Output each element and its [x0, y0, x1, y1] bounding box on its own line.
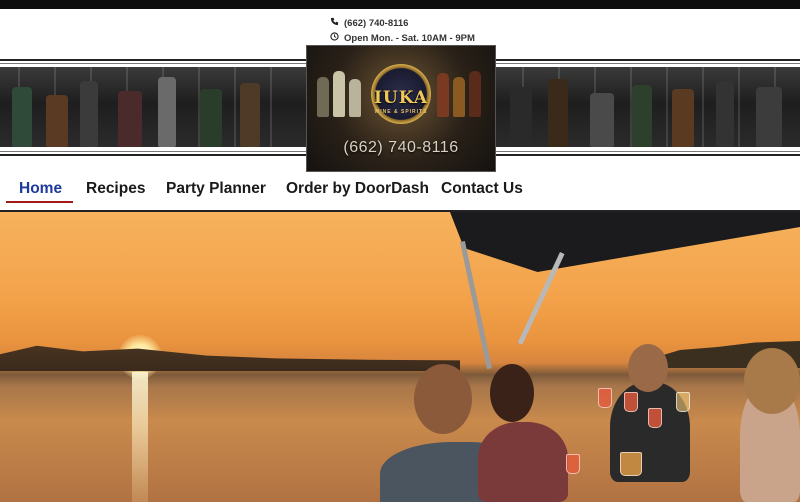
clock-icon [330, 31, 339, 46]
person-woman-left-head [490, 364, 534, 422]
canopy-pole [460, 240, 492, 370]
nav-contact-us[interactable]: Contact Us [441, 180, 523, 198]
phone-number[interactable]: (662) 740-8116 [344, 16, 408, 31]
person-man-right-head [628, 344, 668, 392]
cocktail-glass [648, 408, 662, 428]
nav-order-by-doordash[interactable]: Order by DoorDash [286, 180, 429, 198]
cocktail-glass [598, 388, 612, 408]
hours-row: Open Mon. - Sat. 10AM - 9PM [330, 31, 475, 46]
nav-party-planner[interactable]: Party Planner [166, 180, 266, 198]
nav-active-underline [6, 201, 73, 203]
phone-icon [330, 16, 339, 31]
main-nav: Home Recipes Party Planner Order by Door… [0, 172, 800, 208]
logo-title: IUKA [373, 88, 429, 108]
nav-home[interactable]: Home [19, 180, 62, 198]
nav-recipes[interactable]: Recipes [86, 180, 145, 198]
hero-image [0, 210, 800, 502]
cocktail-glass [624, 392, 638, 412]
logo-subtitle: WINE & SPIRITS [374, 109, 428, 115]
top-bar [0, 0, 800, 9]
cocktail-glass [566, 454, 580, 474]
store-logo[interactable]: IUKA WINE & SPIRITS (662) 740-8116 [306, 45, 496, 172]
cocktail-glass [676, 392, 690, 412]
candle-jar [620, 452, 642, 476]
person-woman-left [478, 422, 568, 502]
sun-glare [132, 372, 148, 502]
phone-row[interactable]: (662) 740-8116 [330, 16, 475, 31]
person-woman-right-head [744, 348, 800, 414]
boat-canopy [450, 212, 800, 272]
shoreline-left [0, 345, 460, 371]
person-back-head [414, 364, 472, 434]
store-hours: Open Mon. - Sat. 10AM - 9PM [344, 33, 475, 44]
logo-phone: (662) 740-8116 [343, 139, 459, 156]
contact-info: (662) 740-8116 Open Mon. - Sat. 10AM - 9… [330, 16, 475, 46]
